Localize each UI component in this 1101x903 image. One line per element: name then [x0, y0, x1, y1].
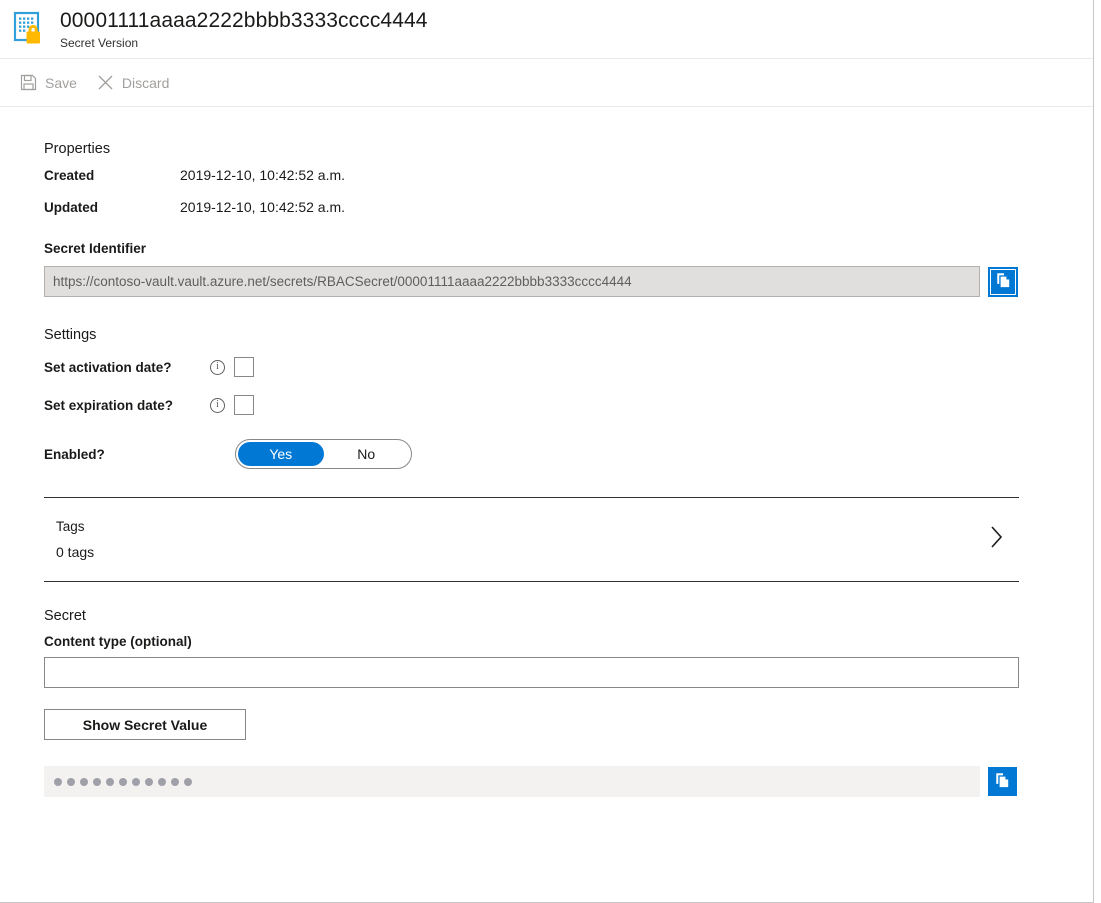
info-icon[interactable]: i [210, 397, 225, 413]
secret-identifier-row: https://contoso-vault.vault.azure.net/se… [44, 266, 1093, 297]
close-x-icon [97, 74, 114, 91]
secret-heading: Secret [44, 608, 86, 624]
content-type-label: Content type (optional) [44, 634, 192, 649]
enabled-toggle-no[interactable]: No [324, 442, 410, 466]
set-activation-date-row: Set activation date? i [44, 353, 1093, 381]
show-secret-value-button[interactable]: Show Secret Value [44, 709, 246, 740]
page-title: 00001111aaaa2222bbbb3333cccc4444 [60, 8, 428, 32]
content-type-input[interactable] [44, 657, 1019, 688]
page-subtitle: Secret Version [60, 35, 139, 50]
tags-count: 0 tags [56, 544, 95, 560]
save-label: Save [45, 74, 77, 91]
secret-version-blade: 00001111aaaa2222bbbb3333cccc4444 Secret … [0, 0, 1094, 903]
masked-dot [184, 777, 192, 786]
enabled-row: Enabled? Yes No [44, 439, 1093, 469]
masked-dot [145, 777, 153, 786]
masked-dot [171, 777, 179, 786]
header-text-group: 00001111aaaa2222bbbb3333cccc4444 Secret … [60, 8, 428, 51]
masked-dots [54, 777, 192, 786]
enabled-toggle[interactable]: Yes No [235, 439, 412, 469]
masked-dot [119, 777, 127, 786]
enabled-toggle-yes[interactable]: Yes [238, 442, 324, 466]
secret-identifier-input[interactable]: https://contoso-vault.vault.azure.net/se… [44, 266, 980, 297]
info-icon[interactable]: i [210, 359, 225, 375]
enabled-label: Enabled? [44, 446, 105, 462]
copy-secret-identifier-button[interactable] [988, 266, 1018, 297]
masked-dot [80, 777, 88, 786]
copy-icon [995, 272, 1012, 292]
masked-dot [93, 777, 101, 786]
save-floppy-icon [20, 74, 37, 91]
tags-title: Tags [56, 519, 85, 534]
updated-label: Updated [44, 200, 98, 215]
updated-value: 2019-12-10, 10:42:52 a.m. [180, 199, 346, 215]
blade-header: 00001111aaaa2222bbbb3333cccc4444 Secret … [0, 0, 1093, 59]
tags-section[interactable]: Tags 0 tags [44, 497, 1019, 582]
masked-dot [54, 777, 62, 786]
secret-version-icon [12, 10, 48, 46]
masked-dot [67, 777, 75, 786]
masked-dot [158, 777, 166, 786]
secret-value-masked-field[interactable] [44, 766, 980, 797]
created-row: Created 2019-12-10, 10:42:52 a.m. [44, 167, 1093, 183]
chevron-right-icon [989, 524, 1005, 555]
secret-value-row [44, 766, 1093, 797]
settings-heading: Settings [44, 327, 97, 343]
created-value: 2019-12-10, 10:42:52 a.m. [180, 167, 346, 183]
blade-content: Properties Created 2019-12-10, 10:42:52 … [0, 107, 1093, 797]
discard-label: Discard [121, 74, 170, 91]
set-expiration-date-row: Set expiration date? i [44, 391, 1093, 419]
created-label: Created [44, 168, 95, 183]
updated-row: Updated 2019-12-10, 10:42:52 a.m. [44, 199, 1093, 215]
masked-dot [106, 777, 114, 786]
set-activation-date-label: Set activation date? [44, 359, 172, 375]
copy-icon [994, 772, 1011, 792]
tags-text-group: Tags 0 tags [56, 519, 94, 560]
secret-identifier-label: Secret Identifier [44, 241, 147, 256]
command-bar: Save Discard [0, 59, 1093, 107]
set-activation-date-checkbox[interactable] [234, 357, 254, 377]
set-expiration-date-label: Set expiration date? [44, 397, 174, 413]
masked-dot [132, 777, 140, 786]
properties-heading: Properties [44, 141, 111, 157]
set-expiration-date-checkbox[interactable] [234, 395, 254, 415]
discard-button[interactable]: Discard [87, 65, 179, 101]
copy-secret-value-button[interactable] [988, 767, 1017, 796]
save-button[interactable]: Save [10, 65, 87, 101]
